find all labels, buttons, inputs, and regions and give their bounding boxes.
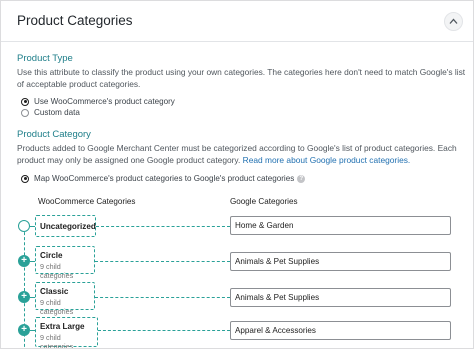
connector-dash	[98, 330, 230, 331]
category-box-uncategorized: Uncategorized	[35, 215, 96, 237]
connector-dash	[95, 297, 230, 298]
google-category-select[interactable]: Apparel & Accessories	[230, 321, 451, 340]
radio-custom-data[interactable]: Custom data	[21, 108, 80, 117]
chevron-up-icon	[449, 18, 458, 24]
help-icon[interactable]: ?	[297, 174, 306, 183]
connector-dash	[96, 226, 230, 227]
product-category-title: Product Category	[17, 129, 91, 140]
radio-use-woocommerce-category[interactable]: Use WooCommerce's product category	[21, 97, 175, 106]
expand-plus-icon[interactable]: +	[18, 291, 30, 303]
radio-label: Map WooCommerce's product categories to …	[34, 174, 295, 183]
google-categories-header: Google Categories	[230, 197, 298, 206]
read-more-link[interactable]: Read more about Google product categorie…	[243, 155, 411, 165]
google-category-select[interactable]: Animals & Pet Supplies	[230, 252, 451, 271]
radio-label: Use WooCommerce's product category	[34, 97, 175, 106]
category-box-circle: Circle 9 child categories	[35, 246, 95, 280]
google-category-select[interactable]: Home & Garden	[230, 216, 451, 235]
connector-dash	[95, 261, 230, 262]
product-type-description: Use this attribute to classify the produ…	[17, 67, 466, 89]
category-box-extra-large: Extra Large 9 child categories	[35, 317, 98, 349]
panel-title: Product Categories	[17, 13, 133, 28]
category-name: Classic	[40, 287, 69, 296]
woocommerce-categories-header: WooCommerce Categories	[38, 197, 136, 206]
product-type-title: Product Type	[17, 53, 73, 64]
collapse-button[interactable]	[444, 12, 463, 31]
child-count: 9 child categories	[40, 298, 74, 316]
category-box-classic: Classic 9 child categories	[35, 282, 95, 316]
radio-button-checked[interactable]	[21, 97, 29, 106]
expand-plus-icon[interactable]: +	[18, 255, 30, 267]
expand-plus-icon[interactable]: +	[18, 324, 30, 336]
radio-button-checked[interactable]	[21, 174, 29, 183]
child-count: 9 child categories	[40, 262, 74, 280]
radio-label: Custom data	[34, 108, 80, 117]
category-name: Uncategorized	[40, 222, 96, 231]
product-category-description: Products added to Google Merchant Center…	[17, 143, 467, 166]
category-name: Circle	[40, 251, 63, 260]
radio-map-categories[interactable]: Map WooCommerce's product categories to …	[21, 174, 306, 183]
category-name: Extra Large	[40, 322, 85, 331]
child-count: 9 child categories	[40, 333, 74, 349]
panel-header: Product Categories	[1, 1, 473, 42]
google-category-select[interactable]: Animals & Pet Supplies	[230, 288, 451, 307]
tree-node-icon	[18, 220, 30, 232]
product-categories-panel: Product Categories Product Type Use this…	[0, 0, 474, 349]
radio-button[interactable]	[21, 108, 29, 117]
